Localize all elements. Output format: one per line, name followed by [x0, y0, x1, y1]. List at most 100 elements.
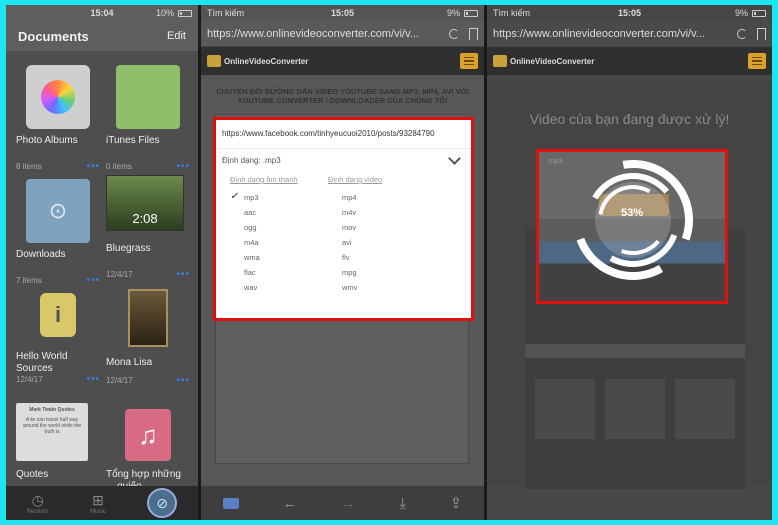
tab-music[interactable]: ⊞ Music	[90, 492, 106, 515]
status-bar: 15:04 10%	[6, 5, 198, 21]
tile-meta: 12/4/17	[106, 269, 133, 279]
audio-option[interactable]: wma	[230, 253, 328, 262]
progress-overlay: .mp3 53%	[536, 149, 728, 304]
tab-recents[interactable]: ◷ Recents	[27, 492, 49, 515]
text-icon: Mark Twain Quotes A lie can travel half …	[16, 403, 88, 461]
battery-icon	[464, 9, 478, 17]
progress-spinner	[576, 160, 693, 280]
url-text[interactable]: https://www.onlinevideoconverter.com/vi/…	[493, 28, 737, 40]
tile-tong-hop[interactable]: ♫ Tổng hợp những ... quiếo	[106, 409, 190, 492]
tile-name: Hello World Sources	[16, 351, 68, 374]
video-option[interactable]: wmv	[328, 283, 426, 292]
tile-quotes[interactable]: Mark Twain Quotes A lie can travel half …	[16, 403, 100, 481]
bookmark-icon[interactable]	[757, 27, 766, 40]
battery-icon	[752, 9, 766, 17]
audio-option[interactable]: flac	[230, 268, 328, 277]
reload-icon[interactable]	[449, 28, 459, 39]
tab-browser[interactable]: ⊘	[147, 488, 178, 518]
url-text[interactable]: https://www.onlinevideoconverter.com/vi/…	[207, 28, 449, 40]
video-option[interactable]: mpg	[328, 268, 426, 277]
documents-panel: 15:04 10% Documents Edit Photo Albums 8 …	[6, 5, 198, 520]
tile-meta: 12/4/17	[16, 375, 43, 384]
checkmark-icon: ✓	[230, 191, 239, 202]
audio-option[interactable]: wav	[230, 283, 328, 292]
video-duration: 2:08	[132, 211, 158, 226]
site-logo[interactable]: OnlineVideoConverter	[493, 55, 594, 67]
logo-icon	[207, 55, 221, 67]
folder-icon[interactable]	[222, 497, 239, 509]
tile-bluegrass[interactable]: 2:08 Bluegrass 12/4/17 •••	[106, 175, 190, 280]
browser-panel-format: Tìm kiếm 15:05 9% https://www.onlinevide…	[201, 5, 484, 520]
processing-message: Video của bạn đang được xử lý!	[529, 111, 730, 127]
tile-name: Downloads	[16, 249, 66, 260]
more-icon[interactable]: •••	[86, 275, 100, 286]
status-battery: 9%	[734, 8, 748, 18]
music-icon: ♫	[125, 409, 171, 461]
more-icon[interactable]: •••	[176, 269, 190, 280]
audio-format-header: Định dạng âm thanh	[230, 175, 298, 184]
more-icon[interactable]: •••	[86, 374, 100, 385]
progress-percent: 53%	[620, 207, 644, 219]
tile-meta: 0 items	[106, 161, 132, 171]
format-select[interactable]: Định dạng: .mp3	[216, 149, 471, 165]
video-icon: 2:08	[106, 175, 184, 231]
status-battery: 9%	[446, 8, 460, 18]
tile-name: Mona Lisa	[106, 357, 153, 368]
browser-panel-processing: Tìm kiếm 15:05 9% https://www.onlinevide…	[487, 5, 772, 520]
tile-mona-lisa[interactable]: Mona Lisa 12/4/17 •••	[106, 289, 190, 386]
tile-name: Bluegrass	[106, 243, 151, 254]
page-heading: CHUYỂN ĐỔI ĐƯỜNG DẪN VIDEO YOUTUBE SANG …	[215, 87, 470, 106]
address-bar[interactable]: https://www.onlinevideoconverter.com/vi/…	[487, 21, 772, 47]
tile-downloads[interactable]: ⊙ Downloads 7 items •••	[16, 179, 100, 286]
site-header: OnlineVideoConverter	[201, 47, 484, 75]
tile-meta: 7 items	[16, 275, 42, 285]
clock-icon: ◷	[31, 491, 44, 508]
video-option[interactable]: m4v	[328, 208, 426, 217]
address-bar[interactable]: https://www.onlinevideoconverter.com/vi/…	[201, 21, 484, 47]
status-battery: 10%	[155, 8, 174, 18]
tile-hello-world[interactable]: i Hello World Sources 12/4/17 •••	[16, 293, 100, 385]
tile-meta: 8 items	[16, 161, 42, 171]
url-input[interactable]: https://www.facebook.com/tinhyeucuoi2010…	[216, 120, 471, 138]
status-time: 15:05	[617, 8, 642, 18]
status-time: 15:04	[90, 8, 114, 18]
site-logo[interactable]: OnlineVideoConverter	[207, 55, 308, 67]
reload-icon[interactable]	[737, 28, 747, 39]
video-option[interactable]: mov	[328, 223, 426, 232]
forward-arrow-icon[interactable]: →	[341, 495, 356, 512]
more-icon[interactable]: •••	[176, 161, 190, 172]
video-format-header: Định dạng video	[328, 175, 383, 184]
video-option[interactable]: flv	[328, 253, 426, 262]
compass-icon: ⊘	[156, 494, 169, 511]
video-option[interactable]: avi	[328, 238, 426, 247]
download-icon[interactable]: ⤓	[399, 495, 406, 512]
video-option[interactable]: mp4	[328, 193, 426, 202]
download-folder-icon: ⊙	[26, 179, 90, 243]
more-icon[interactable]: •••	[86, 161, 100, 172]
page-title: Documents	[18, 28, 89, 44]
back-arrow-icon[interactable]: ←	[282, 495, 297, 512]
status-bar: Tìm kiếm 15:05 9%	[201, 5, 484, 21]
audio-option[interactable]: aac	[230, 208, 328, 217]
chevron-down-icon[interactable]	[448, 152, 461, 165]
screenshot-frame: 15:04 10% Documents Edit Photo Albums 8 …	[6, 5, 772, 520]
tile-name: Photo Albums	[16, 135, 78, 146]
share-icon[interactable]: ⇪	[450, 494, 463, 512]
menu-button[interactable]	[460, 53, 478, 69]
battery-icon	[178, 9, 192, 17]
audio-option[interactable]: m4a	[230, 238, 328, 247]
audio-option[interactable]: ogg	[230, 223, 328, 232]
menu-button[interactable]	[748, 53, 766, 69]
more-icon[interactable]: •••	[176, 375, 190, 386]
tile-meta: 12/4/17	[106, 375, 133, 385]
audio-option[interactable]: ✓ mp3	[230, 191, 328, 202]
logo-icon	[493, 55, 507, 67]
status-carrier: Tìm kiếm	[207, 8, 244, 18]
tile-photo-albums[interactable]: Photo Albums 8 items •••	[16, 65, 100, 172]
tile-name: Quotes	[16, 469, 49, 480]
tile-itunes-files[interactable]: iTunes Files 0 items •••	[106, 65, 190, 172]
folder-icon	[116, 65, 180, 129]
bookmark-icon[interactable]	[469, 27, 478, 40]
status-bar: Tìm kiếm 15:05 9%	[487, 5, 772, 21]
edit-button[interactable]: Edit	[167, 30, 186, 42]
